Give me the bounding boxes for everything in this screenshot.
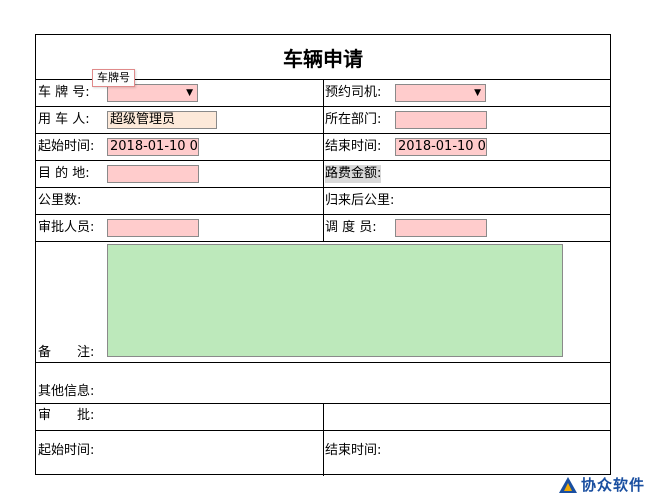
- end-time-label: 结束时间:: [325, 139, 382, 154]
- driver-label: 预约司机:: [325, 85, 382, 100]
- user-field[interactable]: 超级管理员: [107, 111, 217, 129]
- start-time-field[interactable]: 2018-01-10 09: [107, 138, 199, 156]
- note-textarea[interactable]: [107, 244, 563, 357]
- user-label: 用 车 人:: [38, 112, 90, 127]
- other-info-label: 其他信息:: [38, 384, 95, 399]
- driver-select[interactable]: ▼: [395, 84, 486, 102]
- chevron-down-icon: ▼: [474, 88, 481, 98]
- return-mileage-label: 归来后公里:: [325, 193, 395, 208]
- toll-label: 路费金额:: [325, 165, 382, 183]
- row-divider: [36, 362, 610, 363]
- dispatcher-field[interactable]: [395, 219, 487, 237]
- approval-label: 审 批:: [38, 408, 95, 423]
- chevron-down-icon: ▼: [186, 88, 193, 98]
- end-time-field[interactable]: 2018-01-10 09: [395, 138, 487, 156]
- approver-label: 审批人员:: [38, 220, 95, 235]
- approval-end-time-label: 结束时间:: [325, 443, 382, 458]
- dept-label: 所在部门:: [325, 112, 382, 127]
- vehicle-application-form: 车辆申请 车 牌 号: ▼ 预约司机: ▼ 用 车 人: 超级管理员 所在部门:…: [35, 34, 611, 476]
- dispatcher-label: 调 度 员:: [325, 220, 377, 235]
- dept-field[interactable]: [395, 111, 487, 129]
- plate-tooltip: 车牌号: [92, 69, 135, 87]
- company-logo: 协众软件: [558, 474, 645, 495]
- destination-field[interactable]: [107, 165, 199, 183]
- logo-mark-icon: [558, 476, 577, 493]
- approval-start-time-label: 起始时间:: [38, 443, 95, 458]
- logo-text: 协众软件: [580, 476, 645, 494]
- mileage-label: 公里数:: [38, 193, 82, 208]
- plate-label: 车 牌 号:: [38, 85, 90, 100]
- row-divider: [36, 241, 610, 242]
- column-divider: [323, 403, 324, 476]
- start-time-label: 起始时间:: [38, 139, 95, 154]
- column-divider: [323, 79, 324, 241]
- approver-field[interactable]: [107, 219, 199, 237]
- destination-label: 目 的 地:: [38, 166, 90, 181]
- note-label: 备 注:: [38, 345, 95, 360]
